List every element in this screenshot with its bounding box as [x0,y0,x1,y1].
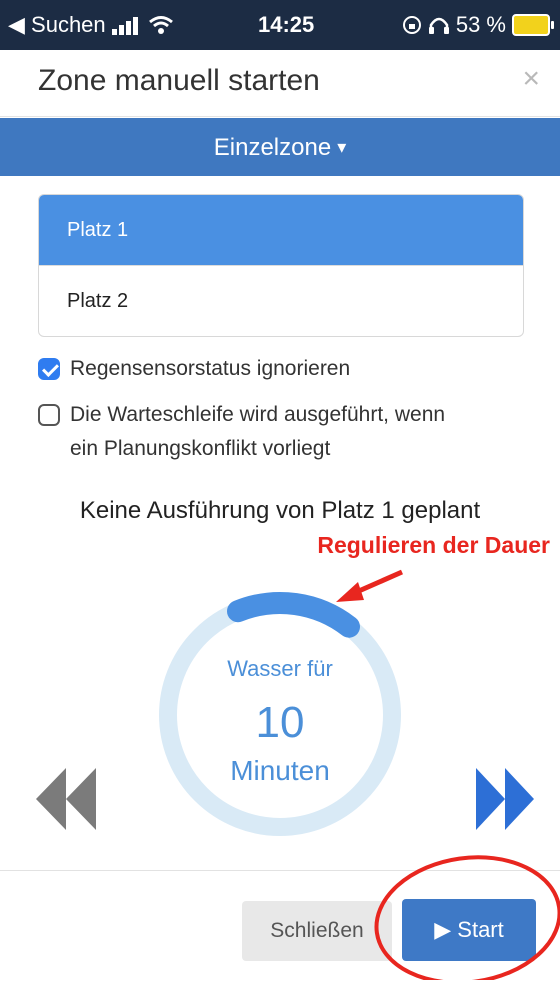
previous-zone-button[interactable] [36,768,96,830]
modal-footer: Schließen ▶ Start [0,870,560,981]
dial-unit: Minuten [230,755,330,786]
close-button[interactable]: Schließen [242,901,392,961]
double-chevron-right-icon [476,768,534,830]
dial-progress-arc [227,592,360,638]
duration-dial[interactable] [0,0,560,980]
next-zone-button[interactable] [476,768,534,830]
start-button[interactable]: ▶ Start [402,899,536,961]
double-chevron-left-icon [36,768,96,830]
dial-value: 10 [255,698,305,747]
dial-prefix: Wasser für [227,656,333,681]
